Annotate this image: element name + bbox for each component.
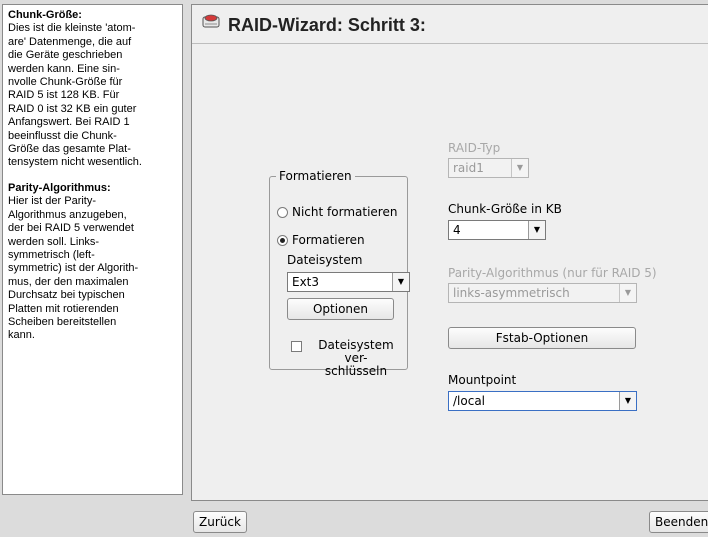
back-button[interactable]: Zurück — [193, 511, 247, 533]
chunk-size-label: Chunk-Größe in KB — [448, 202, 562, 216]
radio-no-format[interactable]: Nicht formatieren — [277, 205, 397, 219]
encrypt-label-line2: schlüsseln — [324, 364, 388, 378]
chevron-down-icon: ▼ — [619, 284, 636, 302]
chevron-down-icon[interactable]: ▼ — [392, 273, 409, 291]
raid-type-label: RAID-Typ — [448, 141, 501, 155]
parity-label: Parity-Algorithmus (nur für RAID 5) — [448, 266, 657, 280]
mountpoint-combobox[interactable]: /local ▼ — [448, 391, 637, 411]
help-heading-chunk: Chunk-Größe: — [8, 9, 82, 21]
encrypt-label: Dateisystem ver- schlüsseln — [305, 339, 407, 378]
radio-format-label: Formatieren — [292, 233, 365, 247]
harddisk-icon — [202, 14, 220, 28]
fstab-options-button[interactable]: Fstab-Optionen — [448, 327, 636, 349]
raid-type-value: raid1 — [453, 161, 484, 175]
encrypt-checkbox-row[interactable]: Dateisystem ver- schlüsseln — [291, 339, 407, 378]
wizard-titlebar: RAID-Wizard: Schritt 3: — [192, 5, 708, 44]
help-heading-parity: Parity-Algorithmus: — [8, 181, 111, 194]
wizard-panel: RAID-Wizard: Schritt 3: Formatieren Nich… — [191, 4, 708, 501]
mountpoint-value: /local — [453, 394, 486, 408]
encrypt-checkbox[interactable] — [291, 341, 302, 352]
chevron-down-icon: ▼ — [511, 159, 528, 177]
help-panel: Chunk-Größe: Dies ist die kleinste 'atom… — [2, 4, 183, 495]
encrypt-label-line1: Dateisystem ver- — [318, 338, 394, 365]
chunk-size-value: 4 — [453, 223, 461, 237]
options-button[interactable]: Optionen — [287, 298, 394, 320]
help-text-parity: Hier ist der Parity- Algorithmus anzugeb… — [8, 195, 139, 342]
finish-button[interactable]: Beenden — [649, 511, 708, 533]
format-group-label: Formatieren — [276, 169, 355, 183]
filesystem-value: Ext3 — [292, 275, 320, 289]
radio-no-format-circle[interactable] — [277, 206, 288, 218]
parity-value: links-asymmetrisch — [453, 286, 570, 300]
filesystem-select[interactable]: Ext3 ▼ — [287, 272, 410, 292]
raid-type-select: raid1 ▼ — [448, 158, 529, 178]
format-groupbox: Formatieren Nicht formatieren Formatiere… — [269, 169, 410, 378]
radio-no-format-label: Nicht formatieren — [292, 205, 398, 219]
page-title: RAID-Wizard: Schritt 3: — [228, 15, 426, 35]
help-text-chunk: Dies ist die kleinste 'atom- are' Datenm… — [8, 22, 142, 169]
chevron-down-icon[interactable]: ▼ — [619, 392, 636, 410]
radio-format-circle[interactable] — [277, 234, 288, 246]
filesystem-label: Dateisystem — [287, 253, 363, 267]
chunk-size-select[interactable]: 4 ▼ — [448, 220, 546, 240]
chevron-down-icon[interactable]: ▼ — [528, 221, 545, 239]
parity-select: links-asymmetrisch ▼ — [448, 283, 637, 303]
mountpoint-label: Mountpoint — [448, 373, 517, 387]
radio-format[interactable]: Formatieren — [277, 233, 365, 247]
